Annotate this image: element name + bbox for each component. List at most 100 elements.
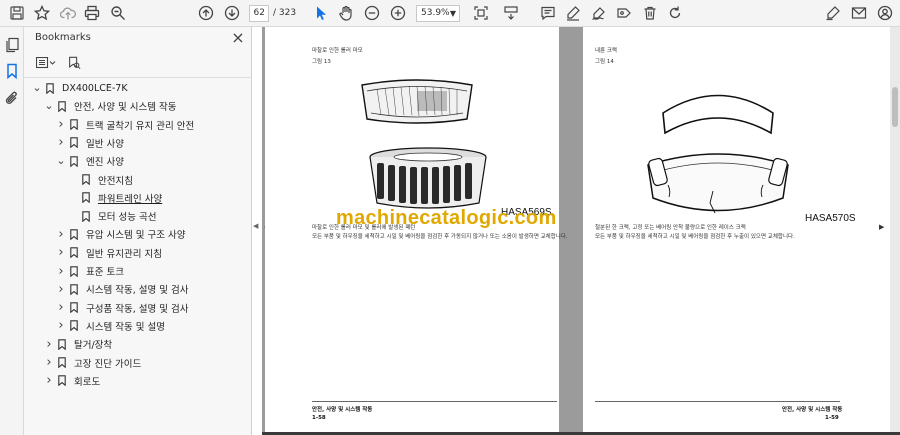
bookmark-ribbon-icon bbox=[82, 210, 92, 222]
chevron-right-icon[interactable]: › bbox=[56, 264, 66, 279]
options-menu-icon[interactable] bbox=[34, 54, 58, 71]
chevron-right-icon[interactable]: › bbox=[44, 337, 54, 352]
bookmark-item[interactable]: › 회로도 bbox=[44, 372, 100, 390]
chevron-right-icon[interactable]: › bbox=[56, 300, 66, 315]
bearing-cup-illustration bbox=[361, 79, 473, 124]
chevron-right-icon[interactable]: › bbox=[44, 355, 54, 370]
bookmark-item[interactable]: ⌄ DX400LCE-7K bbox=[32, 79, 128, 97]
bookmark-item[interactable]: 파워트레인 사양 bbox=[68, 189, 162, 207]
bookmark-ribbon-icon bbox=[58, 357, 68, 368]
bookmark-item[interactable]: › 구성품 작동, 설명 및 검사 bbox=[56, 299, 189, 317]
chevron-right-icon[interactable]: › bbox=[56, 227, 66, 242]
chevron-right-icon[interactable]: › bbox=[56, 318, 66, 333]
scroll-right-icon[interactable]: ▶ bbox=[879, 223, 884, 231]
select-cursor-icon[interactable] bbox=[310, 3, 332, 23]
bookmark-item[interactable]: ⌄ 안전, 사양 및 시스템 작동 bbox=[44, 97, 177, 115]
bookmark-ribbon-icon bbox=[70, 284, 80, 295]
footer-title: 안전, 사양 및 시스템 작동 bbox=[782, 407, 843, 413]
bookmark-label: 트랙 굴착기 유지 관리 안전 bbox=[86, 120, 195, 132]
panel-title: Bookmarks bbox=[35, 32, 91, 43]
highlight-pen-icon[interactable] bbox=[562, 3, 584, 23]
next-page-icon[interactable] bbox=[221, 3, 243, 23]
chevron-right-icon[interactable]: › bbox=[56, 135, 66, 150]
bookmark-item[interactable]: › 고장 진단 가이드 bbox=[44, 354, 141, 372]
page-fit-icon[interactable] bbox=[470, 3, 492, 23]
chevron-down-icon[interactable]: ⌄ bbox=[56, 155, 66, 166]
account-icon[interactable] bbox=[874, 3, 896, 23]
bookmark-item[interactable]: › 탈거/장착 bbox=[44, 335, 112, 353]
bookmark-ribbon-icon bbox=[70, 155, 80, 167]
bookmark-label: 구성품 작동, 설명 및 검사 bbox=[86, 303, 189, 315]
bookmark-item[interactable]: ⌄ 엔진 사양 bbox=[56, 152, 124, 170]
bookmark-ribbon-icon bbox=[58, 375, 68, 387]
comment-icon[interactable] bbox=[537, 3, 559, 23]
bookmark-ribbon-icon bbox=[58, 101, 68, 112]
page-thumbnails-icon[interactable] bbox=[1, 35, 23, 55]
scrollbar-thumb[interactable] bbox=[892, 87, 898, 127]
bookmark-item[interactable]: › 일반 유지관리 지침 bbox=[56, 244, 162, 262]
bookmark-star-icon[interactable] bbox=[31, 3, 53, 23]
attachments-paperclip-icon[interactable] bbox=[1, 88, 23, 108]
print-icon[interactable] bbox=[81, 3, 103, 23]
bookmark-label: 일반 유지관리 지침 bbox=[86, 248, 162, 260]
page-heading: 내륜 크랙 bbox=[595, 48, 617, 54]
bookmark-ribbon-icon bbox=[70, 247, 80, 259]
bookmark-ribbon-icon bbox=[70, 137, 80, 149]
save-icon[interactable] bbox=[6, 3, 28, 23]
panel-tools bbox=[34, 54, 86, 72]
chevron-down-icon[interactable]: ⌄ bbox=[44, 100, 54, 111]
chevron-right-icon[interactable]: › bbox=[56, 282, 66, 297]
find-bookmark-icon[interactable] bbox=[62, 54, 86, 71]
figure-label: 그림 14 bbox=[595, 59, 614, 65]
zoom-search-icon[interactable] bbox=[107, 3, 129, 23]
chevron-down-icon: ▼ bbox=[449, 9, 456, 18]
footer-rule bbox=[312, 401, 557, 402]
page-number-input[interactable]: 62 bbox=[249, 5, 269, 22]
email-icon[interactable] bbox=[848, 3, 870, 23]
undo-rotate-icon[interactable] bbox=[664, 3, 686, 23]
body-text: 철분된 한 크랙, 고정 또는 베어링 안착 불량으로 인한 레이스 크랙 bbox=[595, 225, 746, 231]
chevron-down-icon[interactable]: ⌄ bbox=[32, 82, 42, 93]
document-viewport: ◀ 마찰로 인한 롤러 마모 그림 13 bbox=[262, 27, 900, 435]
bookmark-item[interactable]: › 트랙 굴착기 유지 관리 안전 bbox=[56, 116, 194, 134]
navigation-rail bbox=[0, 27, 24, 435]
bookmarks-panel: Bookmarks × ⌄ DX400LCE-7K ⌄ 안전, 사양 및 시스템 작동… bbox=[24, 27, 252, 435]
page-total-label: / 323 bbox=[273, 8, 297, 18]
footer-page-number: 1-59 bbox=[825, 415, 839, 421]
bookmark-ribbon-icon bbox=[58, 338, 68, 350]
body-text: 모든 부품 및 하우징을 세척하고 시일 및 베어링을 점검한 후 가동되지 않… bbox=[312, 234, 568, 240]
zoom-out-icon[interactable] bbox=[361, 3, 383, 23]
vertical-scrollbar[interactable] bbox=[890, 27, 900, 435]
edit-link-icon[interactable] bbox=[822, 3, 844, 23]
delete-trash-icon[interactable] bbox=[639, 3, 661, 23]
bookmarks-panel-icon[interactable] bbox=[1, 61, 23, 81]
previous-page-icon[interactable] bbox=[195, 3, 217, 23]
bookmark-item[interactable]: 안전지침 bbox=[68, 171, 133, 189]
bookmark-label: 표준 토크 bbox=[86, 267, 124, 278]
collapse-panel-handle[interactable]: ◀ bbox=[253, 222, 258, 230]
zoom-in-icon[interactable] bbox=[387, 3, 409, 23]
stamp-icon[interactable] bbox=[613, 3, 635, 23]
footer-page-number: 1-58 bbox=[312, 415, 326, 421]
zoom-level-select[interactable]: 53.9% ▼ bbox=[416, 5, 460, 22]
chevron-right-icon[interactable]: › bbox=[44, 373, 54, 388]
scroll-mode-icon[interactable] bbox=[500, 3, 522, 23]
bookmark-item[interactable]: 모터 성능 곡선 bbox=[68, 207, 156, 225]
bookmark-label: 안전, 사양 및 시스템 작동 bbox=[74, 102, 177, 114]
bookmark-ribbon-icon bbox=[70, 229, 80, 240]
close-icon[interactable]: × bbox=[229, 28, 247, 48]
bookmark-item[interactable]: › 시스템 작동, 설명 및 검사 bbox=[56, 280, 188, 298]
bookmark-label: 파워트레인 사양 bbox=[98, 193, 163, 205]
document-page-right: 내륜 크랙 그림 14 HASA570S 철분된 한 크랙, 고정 또는 베어링… bbox=[583, 27, 890, 435]
bookmark-ribbon-icon bbox=[82, 192, 92, 204]
hand-tool-icon[interactable] bbox=[335, 3, 357, 23]
chevron-right-icon[interactable]: › bbox=[56, 117, 66, 132]
footer-rule bbox=[595, 401, 840, 402]
draw-signature-icon[interactable] bbox=[588, 3, 610, 23]
bookmark-item[interactable]: › 일반 사양 bbox=[56, 134, 124, 152]
chevron-right-icon[interactable]: › bbox=[56, 245, 66, 260]
bookmark-item[interactable]: › 유압 시스템 및 구조 사양 bbox=[56, 225, 185, 243]
cloud-upload-icon[interactable] bbox=[57, 3, 79, 23]
bookmark-item[interactable]: › 시스템 작동 및 설명 bbox=[56, 317, 165, 335]
bookmark-item[interactable]: › 표준 토크 bbox=[56, 262, 124, 280]
